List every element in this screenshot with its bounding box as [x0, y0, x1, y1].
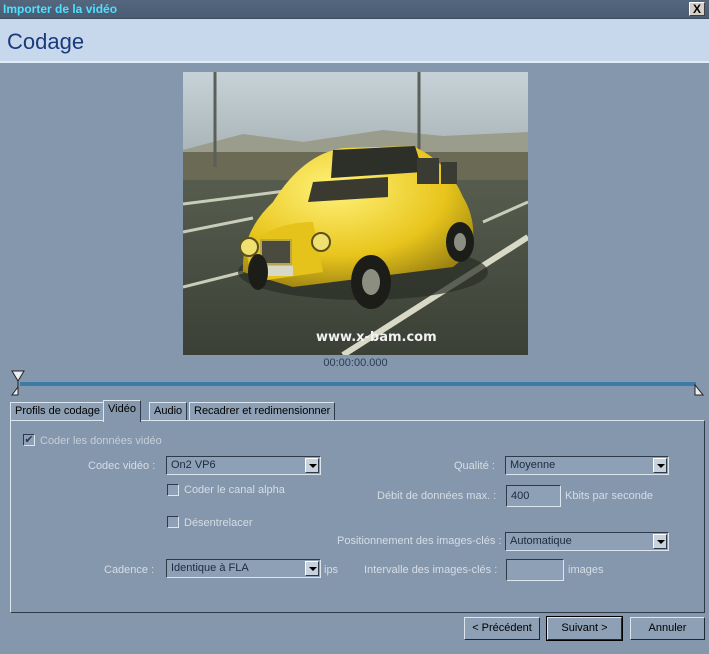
in-point-handle-icon[interactable] [11, 369, 25, 397]
codec-select[interactable]: On2 VP6 [166, 456, 321, 475]
keyframe-placement-value: Automatique [510, 535, 572, 547]
keyframe-interval-label: Intervalle des images-clés : [364, 564, 498, 576]
timecode: 00:00:00.000 [323, 357, 388, 369]
chevron-down-icon[interactable] [305, 458, 319, 473]
bitrate-unit: Kbits par seconde [565, 490, 654, 502]
tab-profils-de-codage[interactable]: Profils de codage [10, 402, 105, 421]
quality-select[interactable]: Moyenne [505, 456, 669, 475]
timeline-track[interactable] [20, 381, 696, 386]
chevron-down-icon[interactable] [653, 458, 667, 473]
page-header: Codage [0, 19, 709, 63]
page-title: Codage [7, 29, 85, 54]
deinterlace-checkbox[interactable] [167, 516, 179, 528]
codec-label: Codec vidéo : [88, 460, 156, 472]
title-bar: Importer de la vidéo X [0, 0, 709, 19]
encode-video-checkbox[interactable]: ✔ [23, 434, 35, 446]
watermark-text: www.x-bam.com [316, 330, 437, 345]
out-point-handle-icon[interactable] [693, 384, 705, 396]
quality-label: Qualité : [454, 460, 495, 472]
framerate-value: Identique à FLA [171, 562, 249, 574]
codec-value: On2 VP6 [171, 459, 216, 471]
video-preview: www.x-bam.com [183, 72, 528, 355]
chevron-down-icon[interactable] [653, 534, 667, 549]
previous-button[interactable]: < Précédent [464, 617, 540, 640]
framerate-label: Cadence : [104, 564, 155, 576]
bitrate-label: Débit de données max. : [377, 490, 497, 502]
chevron-down-icon[interactable] [305, 561, 319, 576]
video-frame-image: www.x-bam.com [183, 72, 528, 355]
deinterlace-label: Désentrelacer [184, 517, 253, 529]
framerate-unit: ips [324, 564, 339, 576]
keyframe-interval-input[interactable] [506, 559, 564, 581]
bitrate-input[interactable]: 400 [506, 485, 561, 507]
close-icon[interactable]: X [689, 2, 705, 16]
tab-panel-video [10, 420, 705, 613]
framerate-select[interactable]: Identique à FLA [166, 559, 321, 578]
alpha-channel-checkbox[interactable] [167, 484, 179, 496]
keyframe-placement-select[interactable]: Automatique [505, 532, 669, 551]
encode-video-label: Coder les données vidéo [40, 435, 162, 447]
window-title: Importer de la vidéo [3, 2, 118, 16]
tab-recadrer-redimensionner[interactable]: Recadrer et redimensionner [189, 402, 336, 421]
quality-value: Moyenne [510, 459, 556, 471]
keyframe-placement-label: Positionnement des images-clés : [337, 535, 502, 547]
next-button[interactable]: Suivant > [546, 616, 623, 641]
tab-audio[interactable]: Audio [149, 402, 188, 421]
cancel-button[interactable]: Annuler [630, 617, 705, 640]
keyframe-interval-unit: images [568, 564, 604, 576]
alpha-channel-label: Coder le canal alpha [184, 484, 285, 496]
tab-video[interactable]: Vidéo [103, 400, 141, 422]
timeline-scrubber[interactable] [11, 369, 705, 397]
